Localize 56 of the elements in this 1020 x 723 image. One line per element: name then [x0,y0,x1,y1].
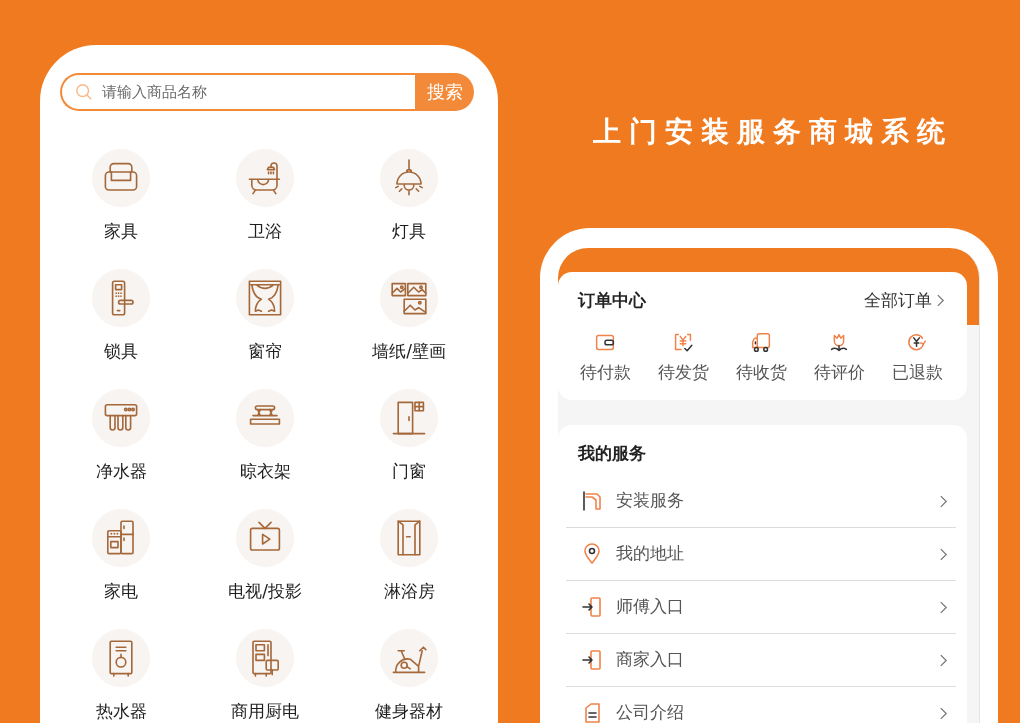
tv-icon [236,509,294,567]
category-item[interactable]: 墙纸/壁画 [337,269,481,361]
chevron-right-icon [939,546,948,562]
ceiling-lamp-icon [380,149,438,207]
chevron-right-icon [939,705,948,721]
flag-icon [580,489,604,513]
search-icon [75,83,93,101]
kitchen-cabinet-icon [236,629,294,687]
category-item[interactable]: 净水器 [49,389,193,481]
order-status-button[interactable]: 待评价 [800,329,878,384]
chevron-right-icon [939,493,948,509]
appliances-icon [92,509,150,567]
service-list-item[interactable]: 我的地址 [566,528,956,581]
category-item[interactable]: 卫浴 [193,149,337,241]
category-item[interactable]: 锁具 [49,269,193,361]
drying-rack-icon [236,389,294,447]
category-item[interactable]: 晾衣架 [193,389,337,481]
category-item[interactable]: 热水器 [49,629,193,721]
category-item[interactable]: 健身器材 [337,629,481,721]
order-status-button[interactable]: 待付款 [566,329,644,384]
order-status-button[interactable]: 已退款 [878,329,956,384]
curtain-icon [236,269,294,327]
category-item[interactable]: 淋浴房 [337,509,481,601]
order-status-button[interactable]: 待收货 [722,329,800,384]
enter-door-icon [580,648,604,672]
category-item[interactable]: 门窗 [337,389,481,481]
category-item[interactable]: 家具 [49,149,193,241]
page-title: 上门安装服务商城系统 [593,114,953,150]
service-list-item[interactable]: 商家入口 [566,634,956,687]
door-lock-icon [92,269,150,327]
search-input[interactable]: 请输入商品名称 [102,75,415,109]
service-list-item[interactable]: 师傅入口 [566,581,956,634]
order-status-button[interactable]: 待发货 [644,329,722,384]
chevron-right-icon [936,292,945,308]
bathtub-icon [236,149,294,207]
water-purifier-icon [92,389,150,447]
picture-frames-icon [380,269,438,327]
enter-door-icon [580,595,604,619]
all-orders-link[interactable]: 全部订单 [864,288,945,312]
category-item[interactable]: 家电 [49,509,193,601]
search-field[interactable]: 请输入商品名称 [60,73,415,111]
door-icon [380,389,438,447]
category-item[interactable]: 窗帘 [193,269,337,361]
service-list-item[interactable]: 公司介绍 [566,687,956,723]
category-item[interactable]: 商用厨电 [193,629,337,721]
armchair-icon [92,149,150,207]
card-title: 订单中心 [578,289,646,312]
exercise-bike-icon [380,629,438,687]
service-list-item[interactable]: 安装服务 [566,475,956,528]
category-item[interactable]: 灯具 [337,149,481,241]
chevron-right-icon [939,599,948,615]
chevron-right-icon [939,652,948,668]
card-title: 我的服务 [577,442,647,465]
shower-room-icon [380,509,438,567]
water-heater-icon [92,629,150,687]
category-item[interactable]: 电视/投影 [193,509,337,601]
